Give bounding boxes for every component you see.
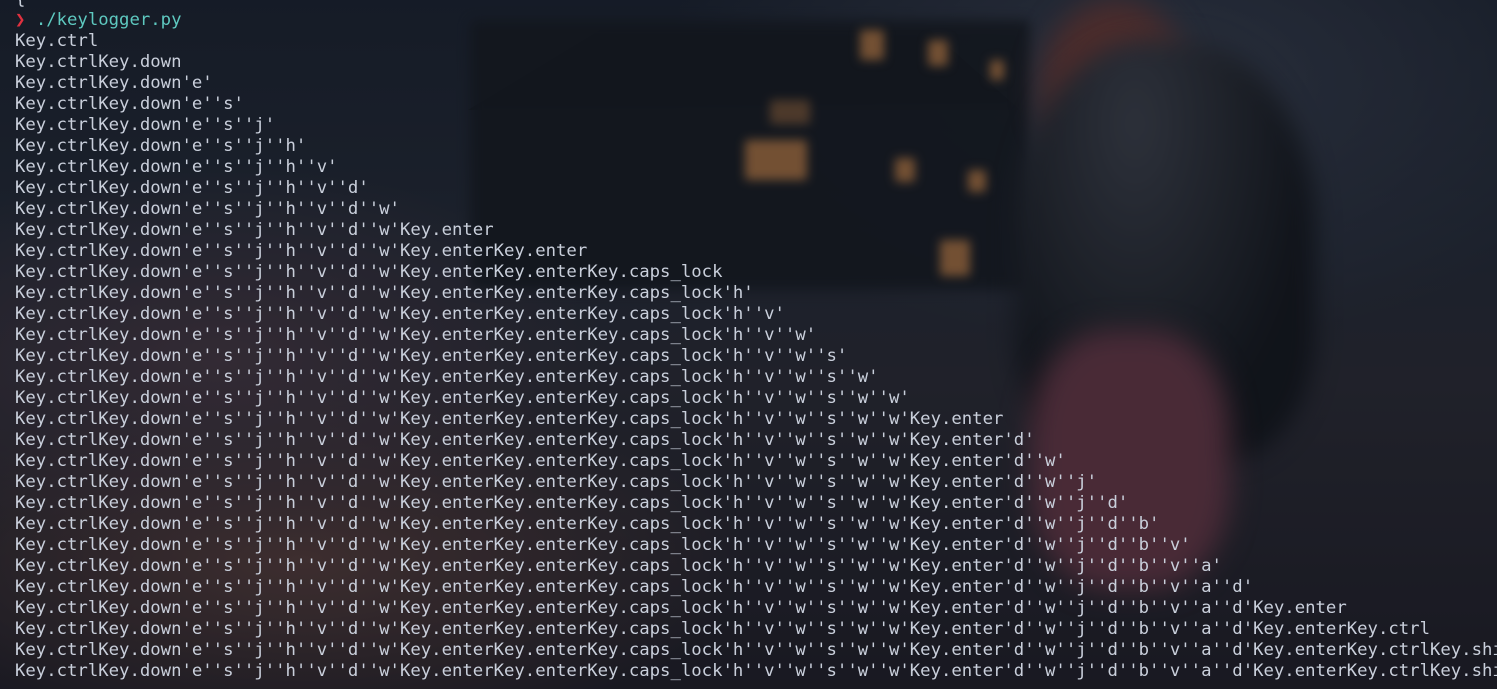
output-line: Key.ctrl [15,31,99,51]
output-line: Key.ctrlKey.down'e''s''j''h''v' [15,157,338,177]
output-line: Key.ctrlKey.down'e''s''j''h''v''d''w'Key… [15,220,494,240]
output-line: Key.ctrlKey.down'e''s' [15,94,244,114]
previous-output-fragment: { [15,0,1497,10]
output-line: Key.ctrlKey.down'e''s''j''h''v''d''w'Key… [15,262,723,282]
terminal-window[interactable]: { ❯ ./keylogger.py Key.ctrlKey.ctrlKey.d… [0,0,1497,689]
output-line: Key.ctrlKey.down'e''s''j''h''v''d''w'Key… [15,640,1497,660]
output-line: Key.ctrlKey.down'e''s''j''h''v''d''w'Key… [15,325,817,345]
output-line: Key.ctrlKey.down'e''s''j''h''v''d''w'Key… [15,598,1347,618]
keylogger-output: Key.ctrl Key.ctrlKey.down Key.ctrlKey.down… [15,31,1497,682]
output-line: Key.ctrlKey.down'e''s''j''h''v''d''w'Key… [15,241,588,261]
output-line: Key.ctrlKey.down'e''s''j''h''v''d''w'Key… [15,346,848,366]
output-line: Key.ctrlKey.down'e''s''j''h''v''d''w'Key… [15,367,879,387]
prompt-arrow-icon: ❯ [15,10,26,30]
output-line: Key.ctrlKey.down'e''s''j''h''v''d''w'Key… [15,493,1129,513]
output-line: Key.ctrlKey.down'e' [15,73,213,93]
output-line: Key.ctrlKey.down'e''s''j''h''v''d''w'Key… [15,283,754,303]
output-line: Key.ctrlKey.down [15,52,182,72]
output-line: Key.ctrlKey.down'e''s''j''h''v''d''w'Key… [15,619,1430,639]
output-line: Key.ctrlKey.down'e''s''j''h''v''d''w'Key… [15,661,1497,681]
terminal-output: { ❯ ./keylogger.py Key.ctrlKey.ctrlKey.d… [15,0,1497,689]
command-text: ./keylogger.py [35,10,182,30]
output-line: Key.ctrlKey.down'e''s''j''h''v''d''w'Key… [15,304,785,324]
output-line: Key.ctrlKey.down'e''s''j''h''v''d''w'Key… [15,409,1004,429]
output-line: Key.ctrlKey.down'e''s''j''h''v''d''w'Key… [15,556,1222,576]
output-line: Key.ctrlKey.down'e''s''j''h''v''d''w'Key… [15,388,910,408]
output-line: Key.ctrlKey.down'e''s''j''h''v''d''w'Key… [15,535,1191,555]
output-line: Key.ctrlKey.down'e''s''j' [15,115,276,135]
output-line: Key.ctrlKey.down'e''s''j''h''v''d''w'Key… [15,430,1035,450]
output-line: Key.ctrlKey.down'e''s''j''h''v''d''w' [15,199,400,219]
output-line: Key.ctrlKey.down'e''s''j''h''v''d''w'Key… [15,472,1098,492]
command-prompt-line: ❯ ./keylogger.py [15,10,1497,31]
output-line: Key.ctrlKey.down'e''s''j''h''v''d' [15,178,369,198]
output-line: Key.ctrlKey.down'e''s''j''h' [15,136,307,156]
output-line: Key.ctrlKey.down'e''s''j''h''v''d''w'Key… [15,514,1160,534]
output-line: Key.ctrlKey.down'e''s''j''h''v''d''w'Key… [15,577,1254,597]
output-line: Key.ctrlKey.down'e''s''j''h''v''d''w'Key… [15,451,1066,471]
